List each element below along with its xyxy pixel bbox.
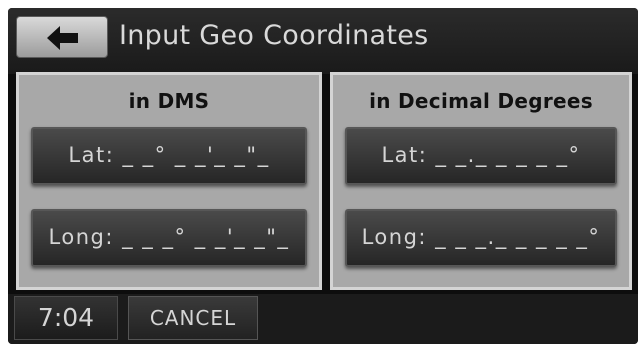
decimal-latitude-button[interactable]: Lat: _ _._ _ _ _ _°: [345, 127, 617, 185]
dms-longitude-label: Long: _ _ _° _ _'_ _"_: [48, 225, 290, 249]
decimal-longitude-label: Long: _ _ _._ _ _ _ _°: [361, 225, 601, 249]
clock: 7:04: [14, 296, 118, 340]
decimal-longitude-button[interactable]: Long: _ _ _._ _ _ _ _°: [345, 209, 617, 267]
dms-panel: in DMS Lat: _ _° _ _'_ _"_ Long: _ _ _° …: [16, 72, 322, 290]
bottom-bar: 7:04 CANCEL: [8, 294, 638, 344]
decimal-degrees-panel: in Decimal Degrees Lat: _ _._ _ _ _ _° L…: [330, 72, 632, 290]
decimal-degrees-heading: in Decimal Degrees: [369, 89, 593, 113]
dms-latitude-label: Lat: _ _° _ _'_ _"_: [68, 143, 270, 167]
page-title: Input Geo Coordinates: [119, 20, 429, 51]
title-bar: Input Geo Coordinates: [8, 8, 638, 74]
dms-latitude-button[interactable]: Lat: _ _° _ _'_ _"_: [31, 127, 307, 185]
decimal-latitude-label: Lat: _ _._ _ _ _ _°: [381, 143, 581, 167]
dms-longitude-button[interactable]: Long: _ _ _° _ _'_ _"_: [31, 209, 307, 267]
cancel-button[interactable]: CANCEL: [128, 296, 258, 340]
navigation-screen: Input Geo Coordinates in DMS Lat: _ _° _…: [8, 8, 638, 344]
dms-heading: in DMS: [128, 89, 210, 113]
back-button[interactable]: [16, 16, 108, 58]
left-arrow-icon: [47, 26, 78, 50]
